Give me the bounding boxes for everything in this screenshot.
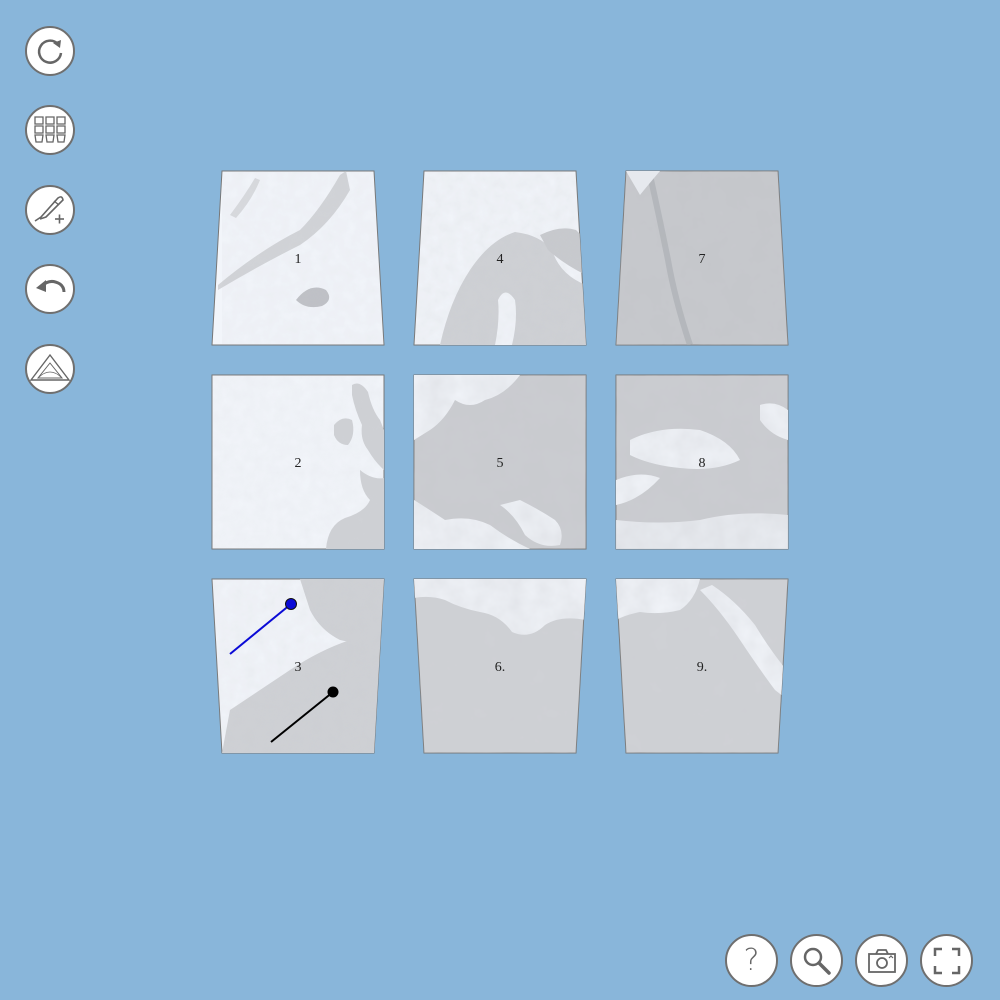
help-button[interactable]: ? <box>725 934 778 987</box>
map-puzzle-area: 1 4 7 2 5 8 3 6. 9. <box>211 170 789 754</box>
map-tile-4[interactable]: 4 <box>413 170 587 346</box>
tile-label: 2 <box>295 456 302 471</box>
fullscreen-icon <box>933 947 960 974</box>
map-tile-2[interactable]: 2 <box>211 374 385 550</box>
camera-button[interactable] <box>855 934 908 987</box>
camera-icon <box>867 948 896 973</box>
tile-label: 7 <box>699 252 706 267</box>
map-tile-8[interactable]: 8 <box>615 374 789 550</box>
tile-label: 4 <box>497 252 504 267</box>
question-mark-icon: ? <box>743 942 760 978</box>
map-tile-3[interactable]: 3 <box>211 578 385 754</box>
map-tile-1[interactable]: 1 <box>211 170 385 346</box>
map-tile-9[interactable]: 9. <box>615 578 789 754</box>
tile-label: 8 <box>699 456 706 471</box>
map-tile-7[interactable]: 7 <box>615 170 789 346</box>
map-tile-5[interactable]: 5 <box>413 374 587 550</box>
tile-label: 5 <box>497 456 504 471</box>
tile-label: 1 <box>295 252 302 267</box>
magnifier-icon <box>803 947 831 975</box>
tile-label: 9. <box>697 660 708 675</box>
tile-label: 3 <box>295 660 302 675</box>
map-tile-6[interactable]: 6. <box>413 578 587 754</box>
zoom-button[interactable] <box>790 934 843 987</box>
fullscreen-button[interactable] <box>920 934 973 987</box>
tile-label: 6. <box>495 660 506 675</box>
